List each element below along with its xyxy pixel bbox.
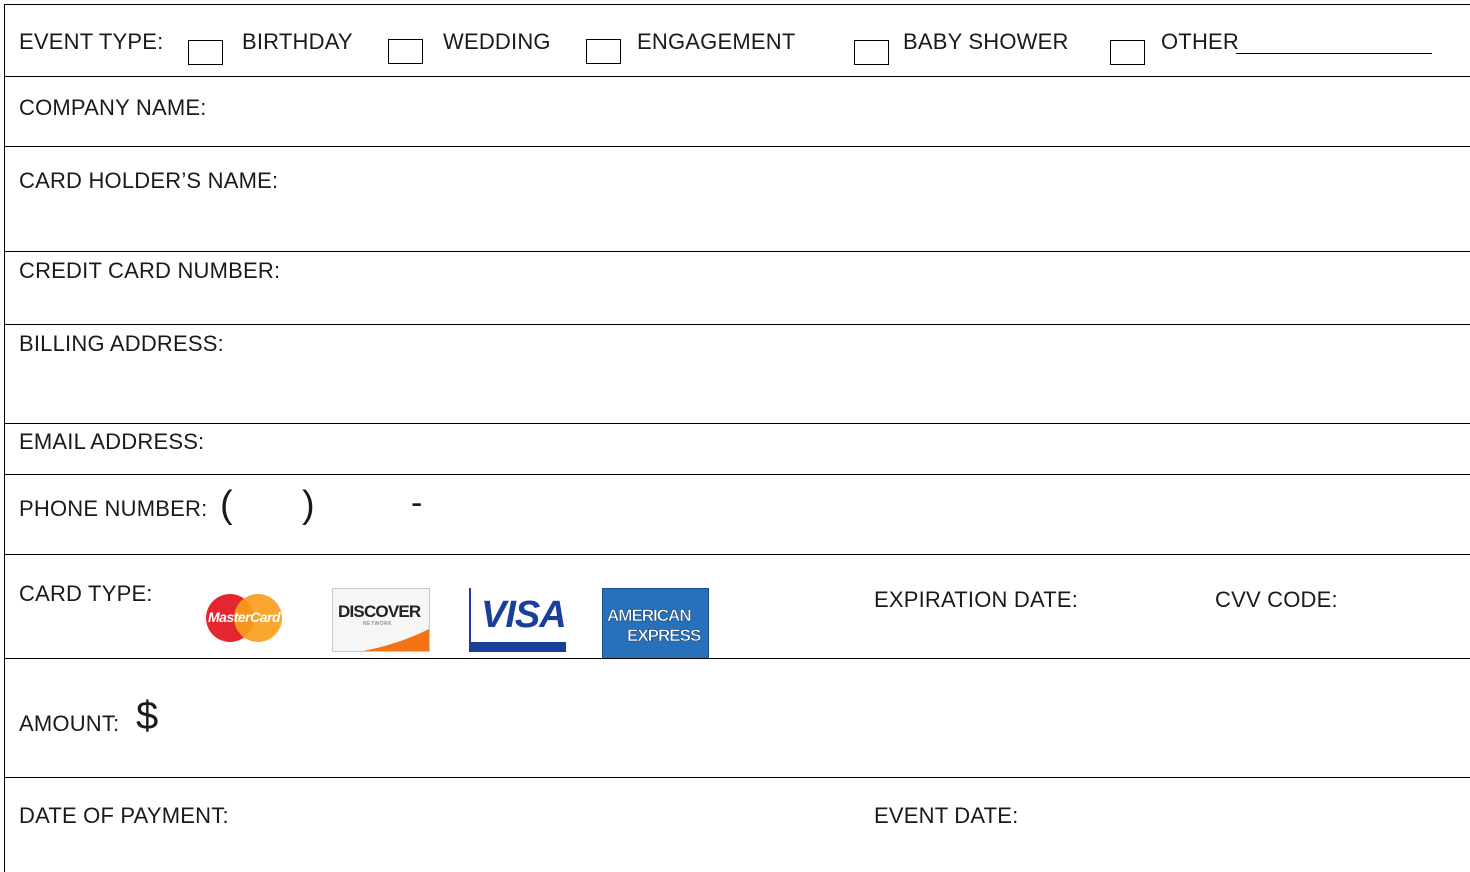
- card-type-label: CARD TYPE:: [19, 581, 153, 606]
- phone-dash: -: [411, 484, 423, 522]
- email-address-label: EMAIL ADDRESS:: [19, 429, 205, 454]
- amex-line2: EXPRESS: [627, 626, 702, 646]
- visa-text: VISA: [481, 594, 567, 636]
- checkbox-wedding[interactable]: [388, 39, 423, 64]
- checkbox-engagement[interactable]: [586, 39, 621, 64]
- row-divider: [4, 76, 1470, 77]
- cvv-code-label: CVV CODE:: [1215, 587, 1338, 612]
- billing-address-label: BILLING ADDRESS:: [19, 331, 224, 356]
- row-divider: [4, 658, 1470, 659]
- row-divider: [4, 146, 1470, 147]
- row-divider: [4, 777, 1470, 778]
- option-baby-shower-label: BABY SHOWER: [903, 29, 1069, 54]
- payment-form: [4, 4, 1470, 872]
- amex-logo[interactable]: AMERICAN EXPRESS: [602, 588, 709, 659]
- mastercard-logo[interactable]: MasterCard: [204, 592, 284, 644]
- expiration-date-label: EXPIRATION DATE:: [874, 587, 1079, 612]
- other-write-in-line[interactable]: [1236, 53, 1432, 54]
- visa-blue-bar: [471, 642, 566, 652]
- amount-label: AMOUNT:: [19, 711, 120, 736]
- row-divider: [4, 554, 1470, 555]
- checkbox-birthday[interactable]: [188, 40, 223, 65]
- credit-card-number-label: CREDIT CARD NUMBER:: [19, 258, 281, 283]
- row-divider: [4, 474, 1470, 475]
- phone-open-paren: (: [220, 484, 233, 526]
- discover-logo[interactable]: DISCOVER NETWORK: [332, 588, 430, 652]
- option-birthday-label: BIRTHDAY: [242, 29, 353, 54]
- mastercard-text: MasterCard: [208, 609, 281, 625]
- checkbox-baby-shower[interactable]: [854, 40, 889, 65]
- discover-orange-swoosh: [362, 629, 429, 651]
- dollar-sign: $: [136, 694, 159, 738]
- row-divider: [4, 324, 1470, 325]
- event-date-label: EVENT DATE:: [874, 803, 1019, 828]
- visa-logo[interactable]: VISA: [469, 588, 567, 652]
- checkbox-other[interactable]: [1110, 40, 1145, 65]
- option-engagement-label: ENGAGEMENT: [637, 29, 796, 54]
- phone-number-label: PHONE NUMBER:: [19, 496, 208, 521]
- card-holder-name-label: CARD HOLDER’S NAME:: [19, 168, 279, 193]
- phone-close-paren: ): [302, 484, 315, 526]
- row-divider: [4, 423, 1470, 424]
- date-of-payment-label: DATE OF PAYMENT:: [19, 803, 229, 828]
- option-other-label: OTHER: [1161, 29, 1239, 54]
- event-type-label: EVENT TYPE:: [19, 29, 164, 54]
- company-name-label: COMPANY NAME:: [19, 95, 207, 120]
- option-wedding-label: WEDDING: [443, 29, 551, 54]
- row-divider: [4, 251, 1470, 252]
- amex-line1: AMERICAN: [607, 606, 692, 626]
